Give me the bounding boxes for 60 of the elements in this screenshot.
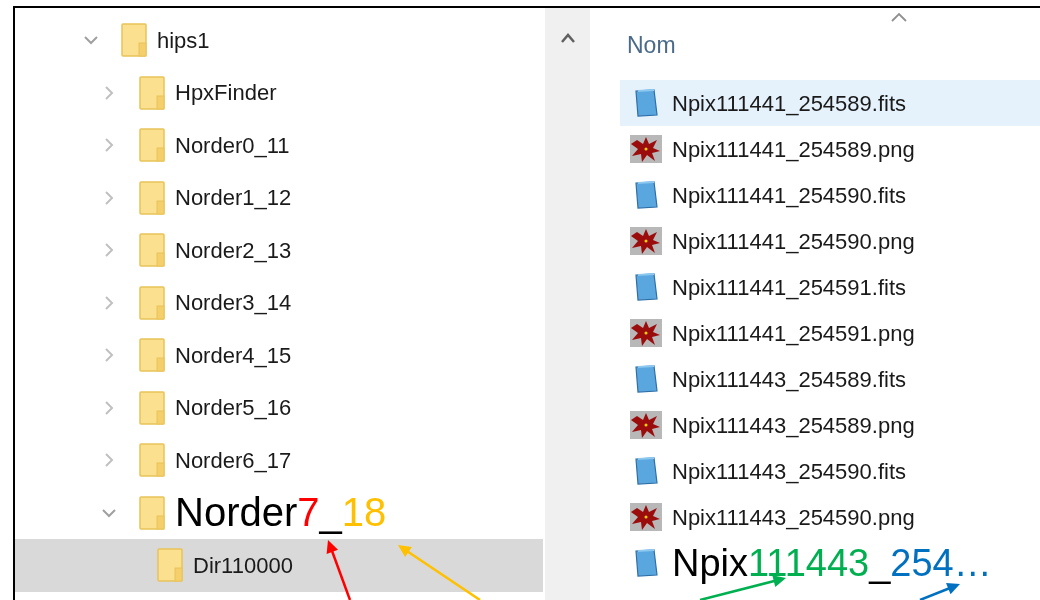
tree-item[interactable]: Dir110000 [15, 539, 543, 592]
sort-caret-icon [890, 12, 908, 22]
folder-icon [139, 233, 165, 268]
splat-icon [629, 410, 663, 440]
file-name: Npix111443_254589.fits [672, 365, 907, 394]
file-name: Npix111441_254589.png [672, 135, 915, 164]
splat-icon [629, 318, 663, 348]
document-icon [632, 180, 660, 210]
file-name: Npix111441_254589.fits [672, 89, 907, 118]
tree-label[interactable]: Norder5_16 [175, 395, 292, 421]
file-name: Npix111441_254591.fits [672, 273, 907, 302]
file-row[interactable]: Npix111443_254589.png [620, 402, 1040, 448]
column-header[interactable]: Nom [627, 28, 676, 63]
tree-label[interactable]: Norder0_11 [175, 132, 290, 158]
item-label: Norder7_18 [175, 490, 387, 535]
tree-label[interactable]: Norder2_13 [175, 237, 292, 263]
file-row[interactable]: Npix111443_254590.png [620, 494, 1040, 540]
file-row[interactable]: Npix111443_254589.fits [620, 356, 1040, 402]
splat-icon [629, 226, 663, 256]
document-icon [632, 456, 660, 486]
folder-icon [139, 338, 165, 373]
file-name: Npix111443_254590.png [672, 503, 915, 532]
tree-label[interactable]: Norder1_12 [175, 185, 292, 211]
document-icon [632, 88, 660, 118]
scrollbar[interactable] [545, 8, 590, 600]
file-row[interactable]: Npix111441_254591.png [620, 310, 1040, 356]
tree-label[interactable]: Dir110000 [193, 552, 293, 578]
file-row[interactable]: Npix111441_254591.fits [620, 264, 1040, 310]
file-row[interactable]: Npix111441_254589.fits [620, 80, 1040, 126]
tree-label[interactable]: Norder6_17 [175, 447, 292, 473]
folder-icon [157, 548, 183, 583]
document-icon [632, 548, 660, 578]
folder-icon [139, 180, 165, 215]
folder-icon [139, 285, 165, 320]
file-name: Npix111441_254591.png [672, 319, 915, 348]
file-name: Npix111441_254590.png [672, 227, 915, 256]
folder-icon [139, 495, 165, 530]
document-icon [632, 272, 660, 302]
tree-label[interactable]: Norder3_14 [175, 290, 292, 316]
document-icon [632, 364, 660, 394]
file-row[interactable]: Npix111443_254590.fits [620, 448, 1040, 494]
folder-icon [139, 390, 165, 425]
splat-icon [629, 134, 663, 164]
splat-icon [629, 502, 663, 532]
tree-label[interactable]: Norder4_15 [175, 342, 292, 368]
file-row[interactable]: Npix111441_254590.fits [620, 172, 1040, 218]
folder-icon [139, 128, 165, 163]
file-name: Npix111443_254589.png [672, 411, 915, 440]
folder-icon [139, 443, 165, 478]
tree-label[interactable]: hips1 [157, 27, 210, 53]
scroll-up-icon[interactable] [559, 32, 576, 44]
file-row[interactable]: Npix111441_254590.png [620, 218, 1040, 264]
file-row[interactable]: Npix111441_254589.png [620, 126, 1040, 172]
item-label: Npix111443_254… [672, 544, 992, 582]
file-row[interactable]: Npix111443_254… [620, 540, 1040, 586]
file-name: Npix111443_254590.fits [672, 457, 907, 486]
folder-icon [121, 23, 147, 58]
file-name: Npix111441_254590.fits [672, 181, 907, 210]
tree-label[interactable]: HpxFinder [175, 80, 277, 106]
folder-icon [139, 75, 165, 110]
